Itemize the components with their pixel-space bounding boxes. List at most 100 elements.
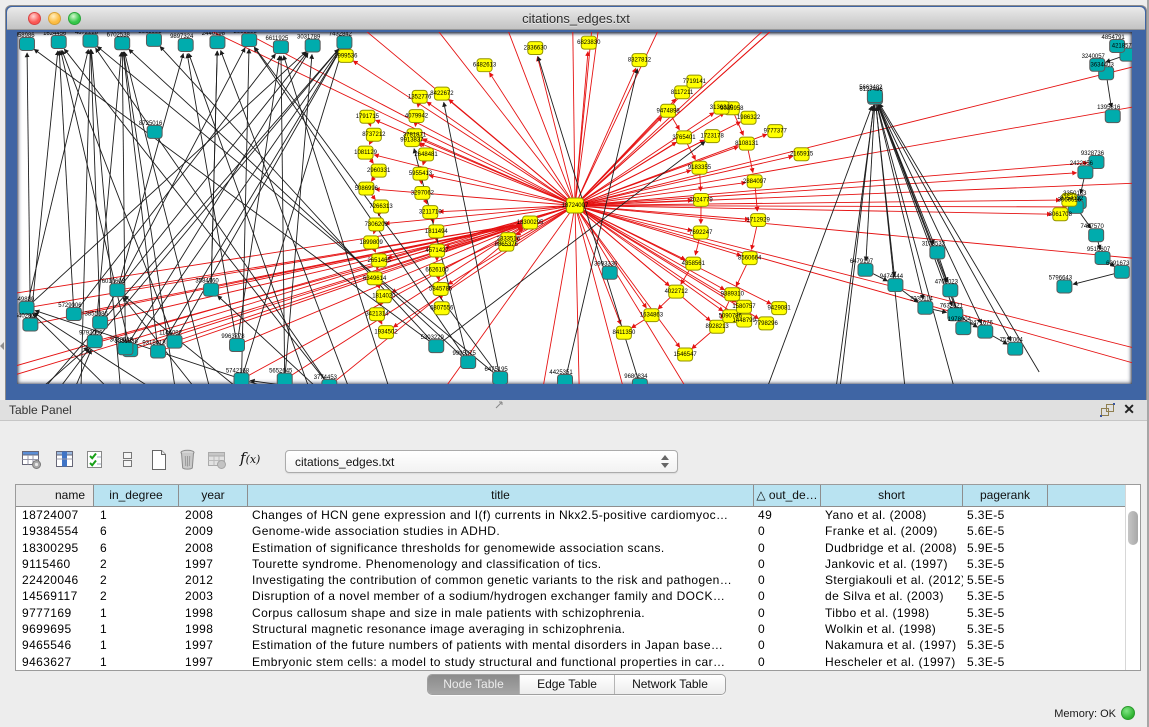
cell: 5.3E-5 (963, 637, 1048, 653)
table-row[interactable]: 977716911998Corpus callosum shape and si… (16, 605, 1140, 621)
cell: 2009 (179, 523, 248, 539)
svg-text:9963778: 9963778 (221, 334, 245, 340)
cell: 5.3E-5 (963, 605, 1048, 621)
cell: 5.6E-5 (963, 523, 1048, 539)
new-table-icon[interactable] (147, 448, 171, 472)
table-settings-icon[interactable] (20, 448, 44, 472)
svg-text:3297062: 3297062 (411, 190, 435, 196)
svg-text:1712929: 1712929 (747, 218, 771, 224)
function-builder-icon[interactable]: f(x) (240, 449, 264, 473)
vertical-scrollbar[interactable] (1125, 485, 1140, 670)
svg-text:5663482: 5663482 (859, 85, 883, 91)
svg-text:2935114: 2935114 (910, 297, 933, 303)
table-row[interactable]: 1938455462009Genome-wide association stu… (16, 523, 1140, 539)
table-row[interactable]: 1830029562008Estimation of significance … (16, 540, 1140, 556)
svg-text:3421314: 3421314 (365, 312, 389, 318)
column-header-title[interactable]: title (248, 485, 754, 506)
delete-table-icon[interactable] (205, 448, 229, 472)
cell: Changes of HCN gene expression and I(f) … (248, 507, 754, 523)
cell: Tourette syndrome. Phenomenology and cla… (248, 556, 754, 572)
table-row[interactable]: 946362711997Embryonic stem cells: a mode… (16, 654, 1140, 670)
column-header-short[interactable]: short (821, 485, 963, 506)
cell: 2008 (179, 507, 248, 523)
cell: Wolkin et al. (1998) (821, 621, 963, 637)
row-selection-icon[interactable] (84, 448, 108, 472)
svg-text:8737212: 8737212 (362, 132, 386, 138)
svg-text:4022712: 4022712 (665, 289, 689, 295)
table-row[interactable]: 946554611997Estimation of the future num… (16, 637, 1140, 653)
cell: 0 (754, 523, 821, 539)
collapse-panel-arrow-icon[interactable] (0, 342, 4, 350)
cell: Jankovic et al. (1997) (821, 556, 963, 572)
tab-network-table[interactable]: Network Table (614, 675, 725, 694)
svg-text:3136320: 3136320 (710, 105, 734, 111)
svg-text:5955413: 5955413 (409, 171, 433, 177)
cell: 18300295 (16, 540, 94, 556)
cell: Estimation of significance thresholds fo… (248, 540, 754, 556)
table-row[interactable]: 911546021997Tourette syndrome. Phenomeno… (16, 556, 1140, 572)
table-select-combo[interactable]: citations_edges.txt (285, 450, 678, 473)
column-header-name[interactable]: name (16, 485, 94, 506)
svg-text:1081129: 1081129 (354, 150, 377, 156)
svg-text:8928213: 8928213 (706, 324, 730, 330)
svg-text:2422456: 2422456 (1070, 161, 1094, 167)
cell: 2 (94, 572, 179, 588)
svg-text:9389310: 9389310 (721, 292, 745, 298)
column-visibility-icon[interactable] (53, 448, 77, 472)
cell: Structural magnetic resonance image aver… (248, 621, 754, 637)
svg-text:3765401: 3765401 (672, 135, 696, 141)
panel-resize-handle-icon[interactable] (494, 400, 504, 410)
table-header-row: namein_degreeyeartitle△ out_de…shortpage… (16, 485, 1140, 507)
table-row[interactable]: 1872400712008Changes of HCN gene express… (16, 507, 1140, 523)
svg-text:8327812: 8327812 (628, 58, 652, 64)
svg-text:1999536: 1999536 (334, 53, 358, 59)
cell: 9465546 (16, 637, 94, 653)
delete-row-icon[interactable] (176, 448, 200, 472)
cell: Yano et al. (2008) (821, 507, 963, 523)
column-header-out_de[interactable]: △ out_de… (754, 485, 821, 506)
cell: Hescheler et al. (1997) (821, 654, 963, 670)
svg-text:5845785: 5845785 (429, 286, 453, 292)
status-bar: Memory: OK (0, 700, 1149, 727)
svg-text:6391673: 6391673 (1106, 261, 1130, 267)
network-canvas[interactable]: 1872400718300295705898616244564672228670… (17, 32, 1132, 384)
cell: 1997 (179, 556, 248, 572)
svg-text:1814020: 1814020 (372, 294, 396, 300)
node-table: namein_degreeyeartitle△ out_de…shortpage… (15, 484, 1141, 671)
scrollbar-thumb[interactable] (1128, 511, 1138, 545)
svg-text:1978904: 1978904 (948, 317, 972, 323)
svg-text:1934502: 1934502 (374, 330, 398, 336)
svg-text:4425351: 4425351 (549, 370, 573, 376)
svg-text:1546547: 1546547 (673, 352, 697, 358)
svg-text:7427570: 7427570 (1081, 224, 1105, 230)
tab-edge-table[interactable]: Edge Table (519, 675, 614, 694)
svg-text:6611925: 6611925 (266, 36, 289, 42)
window-titlebar[interactable]: citations_edges.txt (7, 7, 1145, 30)
svg-text:9516607: 9516607 (1087, 247, 1111, 253)
svg-text:6702538: 6702538 (107, 32, 131, 38)
svg-text:8725016: 8725016 (139, 121, 163, 127)
cell: 0 (754, 654, 821, 670)
column-header-in_degree[interactable]: in_degree (94, 485, 179, 506)
cell: 5.3E-5 (963, 621, 1048, 637)
svg-text:6475195: 6475195 (485, 367, 509, 373)
combo-value: citations_edges.txt (295, 455, 394, 469)
svg-text:5652645: 5652645 (269, 369, 293, 375)
cell: Corpus callosum shape and size in male p… (248, 605, 754, 621)
table-row[interactable]: 2242004622012Investigating the contribut… (16, 572, 1140, 588)
table-row[interactable]: 969969511998Structural magnetic resonanc… (16, 621, 1140, 637)
tab-node-table[interactable]: Node Table (428, 675, 519, 694)
cell: 2 (94, 588, 179, 604)
svg-text:5796643: 5796643 (1049, 275, 1073, 281)
close-panel-icon[interactable]: ✕ (1123, 401, 1135, 418)
svg-text:1580757: 1580757 (732, 304, 756, 310)
column-header-year[interactable]: year (179, 485, 248, 506)
rows-icon[interactable] (116, 448, 140, 472)
svg-text:1899809: 1899809 (360, 240, 384, 246)
cell: 1 (94, 654, 179, 670)
float-panel-icon[interactable] (1100, 403, 1115, 417)
cell: 2012 (179, 572, 248, 588)
svg-text:8560664: 8560664 (738, 256, 762, 262)
table-row[interactable]: 1456911722003Disruption of a novel membe… (16, 588, 1140, 604)
column-header-pagerank[interactable]: pagerank (963, 485, 1048, 506)
